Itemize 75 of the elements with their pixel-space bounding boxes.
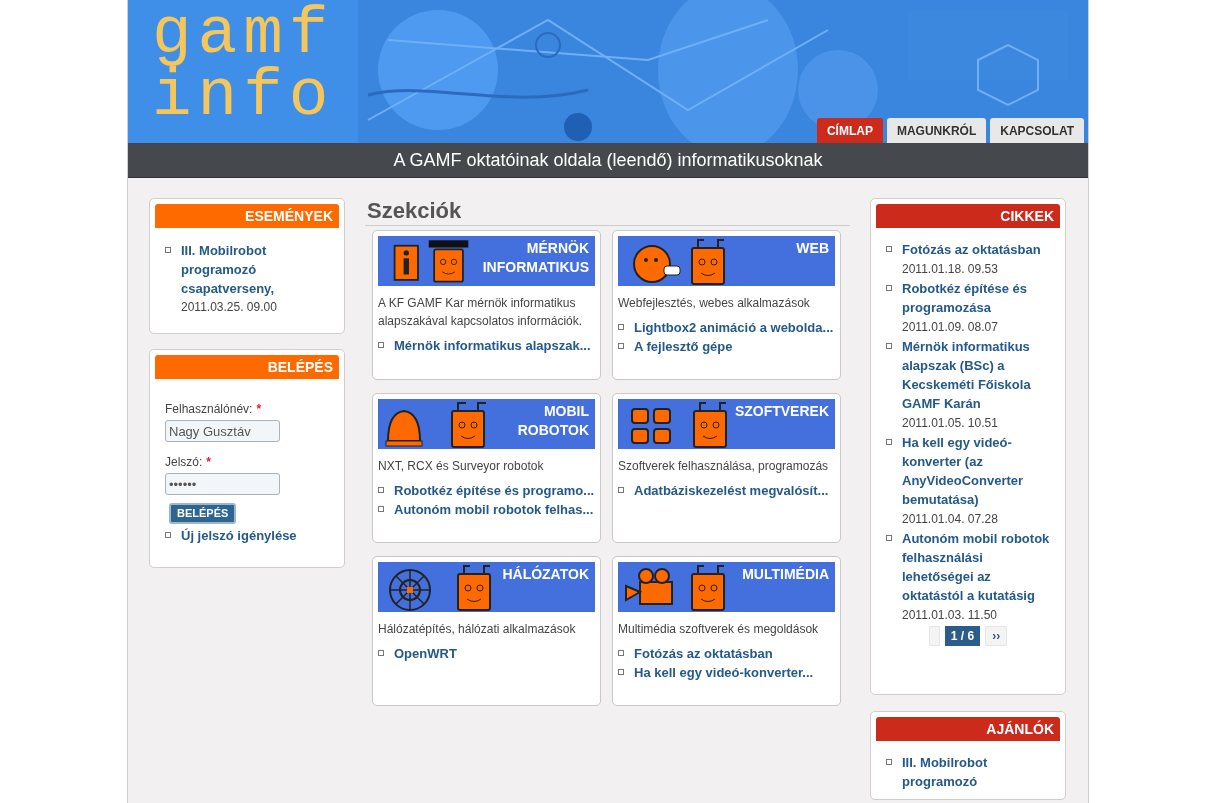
card-title: MOBIL <box>543 402 589 421</box>
article-link[interactable]: OpenWRT <box>394 644 457 663</box>
article-link[interactable]: Ha kell egy videó-konverter (az AnyVideoConverter bemutatása) <box>902 433 1050 509</box>
bullet-icon <box>618 669 624 675</box>
bullet-icon <box>378 487 384 493</box>
card-description: Szoftverek felhasználása, programozás <box>618 458 830 475</box>
card-title: SZOFTVEREK <box>734 402 829 421</box>
bullet-icon <box>165 247 171 253</box>
card-title: HÁLÓZATOK <box>502 565 589 584</box>
article-link[interactable]: Fotózás az oktatásban <box>902 240 1041 259</box>
logo-text: gamf <box>152 4 335 66</box>
bullet-icon <box>618 650 624 656</box>
bullet-icon <box>378 506 384 512</box>
article-link[interactable]: Robotkéz építése és programozása <box>902 279 1050 317</box>
nav-tab[interactable]: KAPCSOLAT <box>990 118 1084 143</box>
panel-title: AJÁNLÓK <box>986 719 1054 739</box>
bullet-icon <box>618 487 624 493</box>
card-description: Multimédia szoftverek és megoldások <box>618 621 820 638</box>
login-button[interactable]: BELÉPÉS <box>169 503 237 524</box>
bullet-icon <box>886 343 892 349</box>
card-title: INFORMATIKUS <box>482 258 589 277</box>
article-link[interactable]: III. Mobilrobot programozó <box>902 753 1022 791</box>
required-mark: * <box>206 454 212 470</box>
article-date: 2011.01.03. 11.50 <box>902 607 998 624</box>
card-description: Webfejlesztés, webes alkalmazások <box>618 295 811 312</box>
card-description: A KF GAMF Kar mérnök informatikus alapszakával kapcsolatos információk. <box>378 295 584 330</box>
card-title: MULTIMÉDIA <box>742 565 829 584</box>
bullet-icon <box>886 535 892 541</box>
article-link[interactable]: Fotózás az oktatásban <box>634 644 773 663</box>
bullet-icon <box>165 532 171 538</box>
article-link[interactable]: Autonóm mobil robotok felhasználási lehetőségei az oktatástól a kutatásig <box>902 529 1050 605</box>
event-date: 2011.03.25. 09.00 <box>181 299 278 316</box>
field-label: Felhasználónév: <box>165 401 253 417</box>
article-link[interactable]: Lightbox2 animáció a webolda... <box>634 318 834 337</box>
bullet-icon <box>618 324 624 330</box>
article-date: 2011.01.05. 10.51 <box>902 415 999 432</box>
required-mark: * <box>256 401 262 417</box>
panel-title: BELÉPÉS <box>267 357 333 377</box>
article-date: 2011.01.18. 09.53 <box>902 261 999 278</box>
article-link[interactable]: Autonóm mobil robotok felhas... <box>394 500 594 519</box>
article-link[interactable]: Mérnök informatikus alapszak (BSc) a Kecskeméti Főiskola GAMF Karán <box>902 337 1050 413</box>
article-link[interactable]: Mérnök informatikus alapszak... <box>394 336 591 355</box>
article-link[interactable]: Ha kell egy videó-konverter... <box>634 663 814 682</box>
logo-text: info <box>152 66 335 128</box>
article-date: 2011.01.04. 07.28 <box>902 511 999 528</box>
pager-blank <box>928 626 940 646</box>
panel-title: CIKKEK <box>1000 206 1054 226</box>
pager-button[interactable]: ›› <box>985 626 1008 646</box>
section-heading: Szekciók <box>367 198 463 224</box>
article-date: 2011.01.09. 08.07 <box>902 319 999 336</box>
bullet-icon <box>618 343 624 349</box>
pager-button[interactable]: 1 / 6 <box>944 626 981 646</box>
site-slogan: A GAMF oktatóinak oldala (leendő) informatikusoknak <box>393 148 823 172</box>
nav-tab[interactable]: CÍMLAP <box>816 118 883 143</box>
card-title: ROBOTOK <box>517 421 589 440</box>
article-link[interactable]: Robotkéz építése és programo... <box>394 481 595 500</box>
input-field[interactable]: Nagy Gusztáv <box>165 420 280 442</box>
nav-tab[interactable]: MAGUNKRÓL <box>886 118 987 143</box>
event-link[interactable]: III. Mobilrobot programozó csapatverseny, <box>181 241 329 298</box>
input-field[interactable]: •••••• <box>165 473 280 495</box>
bullet-icon <box>886 285 892 291</box>
card-title: MÉRNÖK <box>526 239 589 258</box>
bullet-icon <box>378 342 384 348</box>
bullet-icon <box>886 439 892 445</box>
password-link[interactable]: Új jelszó igénylése <box>181 526 297 545</box>
card-description: Hálózatépítés, hálózati alkalmazások <box>378 621 577 638</box>
bullet-icon <box>886 246 892 252</box>
article-link[interactable]: Adatbáziskezelést megvalósít... <box>634 481 829 500</box>
field-label: Jelszó: <box>165 454 203 470</box>
bullet-icon <box>378 650 384 656</box>
card-description: NXT, RCX és Surveyor robotok <box>378 458 545 475</box>
panel-title: ESEMÉNYEK <box>245 206 333 226</box>
card-title: WEB <box>796 239 829 258</box>
bullet-icon <box>886 759 892 765</box>
article-link[interactable]: A fejlesztő gépe <box>634 337 733 356</box>
